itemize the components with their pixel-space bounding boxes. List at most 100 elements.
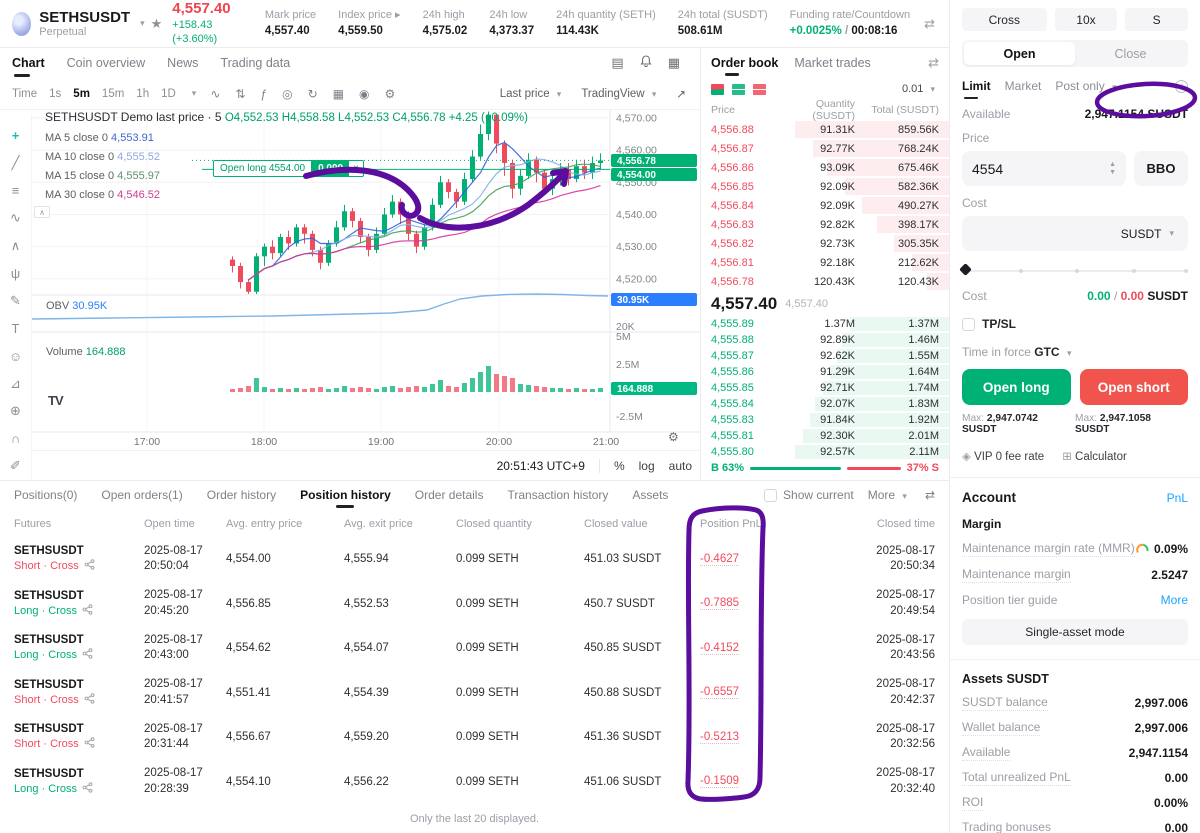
interval-caret-icon[interactable]: ▾: [192, 88, 197, 99]
tpsl-checkbox[interactable]: [962, 317, 975, 331]
interval-1D[interactable]: 1D: [161, 88, 176, 100]
header-collapse-icon[interactable]: ⇄: [924, 16, 935, 32]
orderbook-ask-row[interactable]: 4,556.88 91.31K 859.56K: [701, 120, 949, 139]
price-stepper[interactable]: ▲ ▼: [1109, 161, 1116, 176]
tick-size-dropdown[interactable]: 0.01 ▾: [902, 83, 939, 95]
tab-assets[interactable]: Assets: [632, 488, 668, 502]
emoji-tool-icon[interactable]: ☺: [0, 342, 31, 370]
vip-fee-link[interactable]: ◈ VIP 0 fee rate: [962, 449, 1044, 463]
brush-tool-icon[interactable]: ✎: [0, 287, 31, 315]
tab-open-orders-1[interactable]: Open orders(1): [101, 488, 182, 502]
edit-tool-icon[interactable]: ✐: [0, 452, 31, 480]
table-row[interactable]: SETHSUSDT Long · Cross 2025-08-17 20:43:00 4…: [0, 626, 949, 671]
expand-chart-icon[interactable]: ↗: [676, 87, 686, 101]
symbol-block[interactable]: SETHSUSDT Perpetual: [39, 9, 130, 39]
share-icon[interactable]: [84, 737, 95, 751]
bbo-button[interactable]: BBO: [1134, 151, 1188, 186]
orderbook-ask-row[interactable]: 4,556.81 92.18K 212.62K: [701, 253, 949, 272]
zoom-tool-icon[interactable]: ⊕: [0, 397, 31, 425]
trendline-tool-icon[interactable]: ╱: [0, 150, 31, 178]
tpsl-toggle[interactable]: TP/SL: [962, 317, 1188, 331]
orderbook-bid-row[interactable]: 4,555.89 1.37M 1.37M: [701, 316, 949, 332]
compare-icon[interactable]: ⇅: [235, 87, 245, 101]
symbol-caret-icon[interactable]: ▾: [140, 18, 145, 29]
orderbook-bid-row[interactable]: 4,555.80 92.57K 2.11M: [701, 444, 949, 460]
interval-5m[interactable]: 5m: [73, 88, 90, 100]
orderbook-ask-row[interactable]: 4,556.84 92.09K 490.27K: [701, 196, 949, 215]
orderbook-bid-row[interactable]: 4,555.83 91.84K 1.92M: [701, 412, 949, 428]
tab-market-trades[interactable]: Market trades: [794, 56, 870, 70]
pitchfork-tool-icon[interactable]: ψ: [0, 260, 31, 288]
chart-settings-gear-icon[interactable]: ⚙: [385, 87, 396, 101]
orderbook-bid-row[interactable]: 4,555.81 92.30K 2.01M: [701, 428, 949, 444]
table-row[interactable]: SETHSUSDT Short · Cross 2025-08-17 20:31:44…: [0, 715, 949, 760]
calculator-link[interactable]: ⊞ Calculator: [1062, 449, 1127, 463]
scale-toggle-log[interactable]: log: [639, 459, 655, 473]
table-row[interactable]: SETHSUSDT Long · Cross 2025-08-17 20:45:20 4…: [0, 582, 949, 627]
orderbook-bid-row[interactable]: 4,555.87 92.62K 1.55M: [701, 348, 949, 364]
orders-panel-icon[interactable]: ▤: [611, 55, 623, 71]
scale-toggle-auto[interactable]: auto: [669, 459, 692, 473]
time-axis-settings-icon[interactable]: ⚙: [668, 430, 679, 444]
time-in-force-dropdown[interactable]: Time in force GTC ▾: [962, 345, 1188, 359]
interval-15m[interactable]: 15m: [102, 88, 124, 100]
leverage-button-cross[interactable]: Cross: [962, 8, 1047, 31]
interval-1s[interactable]: 1s: [49, 88, 61, 100]
tab-news[interactable]: News: [167, 56, 198, 70]
layout-grid-icon[interactable]: ▦: [668, 55, 680, 71]
magnet-tool-icon[interactable]: ∩: [0, 425, 31, 453]
measure-tool-icon[interactable]: ⊿: [0, 370, 31, 398]
share-icon[interactable]: [82, 782, 93, 796]
leverage-button-10x[interactable]: 10x: [1054, 8, 1118, 31]
scale-toggle-%[interactable]: %: [614, 459, 625, 473]
side-tab-open[interactable]: Open: [964, 42, 1075, 65]
cost-input[interactable]: SUSDT ▾: [962, 216, 1188, 251]
leverage-button-s[interactable]: S: [1125, 8, 1188, 31]
legend-collapse-icon[interactable]: ∧: [34, 206, 50, 218]
snapshot-camera-icon[interactable]: ◎: [282, 87, 292, 101]
tab-post-only[interactable]: Post only ▾: [1055, 79, 1120, 93]
order-cancel-icon[interactable]: ×: [349, 160, 364, 177]
interval-time-label[interactable]: Time: [12, 88, 37, 100]
tab-order-details[interactable]: Order details: [415, 488, 484, 502]
tier-more-link[interactable]: More: [1161, 593, 1188, 607]
price-source-dropdown[interactable]: Last price ▾: [500, 88, 566, 100]
share-icon[interactable]: [84, 559, 95, 573]
table-row[interactable]: SETHSUSDT Long · Cross 2025-08-17 20:28:39 4…: [0, 760, 949, 805]
tab-positions-0[interactable]: Positions(0): [14, 488, 77, 502]
orderbook-ask-row[interactable]: 4,556.86 93.09K 675.46K: [701, 158, 949, 177]
interval-1h[interactable]: 1h: [136, 88, 149, 100]
alerts-bell-icon[interactable]: [640, 55, 652, 71]
cost-unit[interactable]: SUSDT: [1121, 227, 1162, 241]
panel-settings-icon[interactable]: ⇄: [925, 488, 935, 502]
show-current-checkbox[interactable]: [764, 488, 778, 502]
orderbook-bid-row[interactable]: 4,555.85 92.71K 1.74M: [701, 380, 949, 396]
tab-transaction-history[interactable]: Transaction history: [507, 488, 608, 502]
orderbook-mid-price[interactable]: 4,557.40 4,557.40: [701, 291, 949, 316]
tab-coin-overview[interactable]: Coin overview: [67, 56, 146, 70]
wave-tool-icon[interactable]: ∿: [0, 205, 31, 233]
orderbook-ask-row[interactable]: 4,556.87 92.77K 768.24K: [701, 139, 949, 158]
indicators-icon[interactable]: ƒ: [260, 87, 267, 101]
orderbook-bid-row[interactable]: 4,555.86 91.29K 1.64M: [701, 364, 949, 380]
calendar-icon[interactable]: ▦: [333, 87, 344, 101]
orderbook-bid-row[interactable]: 4,555.88 92.89K 1.46M: [701, 332, 949, 348]
tab-order-book[interactable]: Order book: [711, 56, 778, 76]
chart-style-icon[interactable]: ∿: [210, 87, 220, 101]
tab-order-history[interactable]: Order history: [207, 488, 276, 502]
orderbook-ask-row[interactable]: 4,556.78 120.43K 120.43K: [701, 272, 949, 291]
crosshair-tool-icon[interactable]: +: [0, 122, 31, 150]
orderbook-bid-row[interactable]: 4,555.84 92.07K 1.83M: [701, 396, 949, 412]
single-asset-mode-button[interactable]: Single-asset mode: [962, 619, 1188, 645]
open-short-button[interactable]: Open short: [1079, 369, 1188, 405]
tab-position-history[interactable]: Position history: [300, 488, 391, 502]
orderbook-view-both-icon[interactable]: [711, 83, 724, 95]
share-icon[interactable]: [82, 648, 93, 662]
pnl-link[interactable]: PnL: [1167, 491, 1188, 505]
side-tab-close[interactable]: Close: [1075, 42, 1186, 65]
tab-market[interactable]: Market: [1005, 79, 1042, 93]
slider-handle[interactable]: [959, 263, 972, 276]
tradingview-dropdown[interactable]: TradingView ▾: [581, 88, 660, 100]
tab-trading-data[interactable]: Trading data: [220, 56, 290, 70]
orderbook-ask-row[interactable]: 4,556.83 92.82K 398.17K: [701, 215, 949, 234]
